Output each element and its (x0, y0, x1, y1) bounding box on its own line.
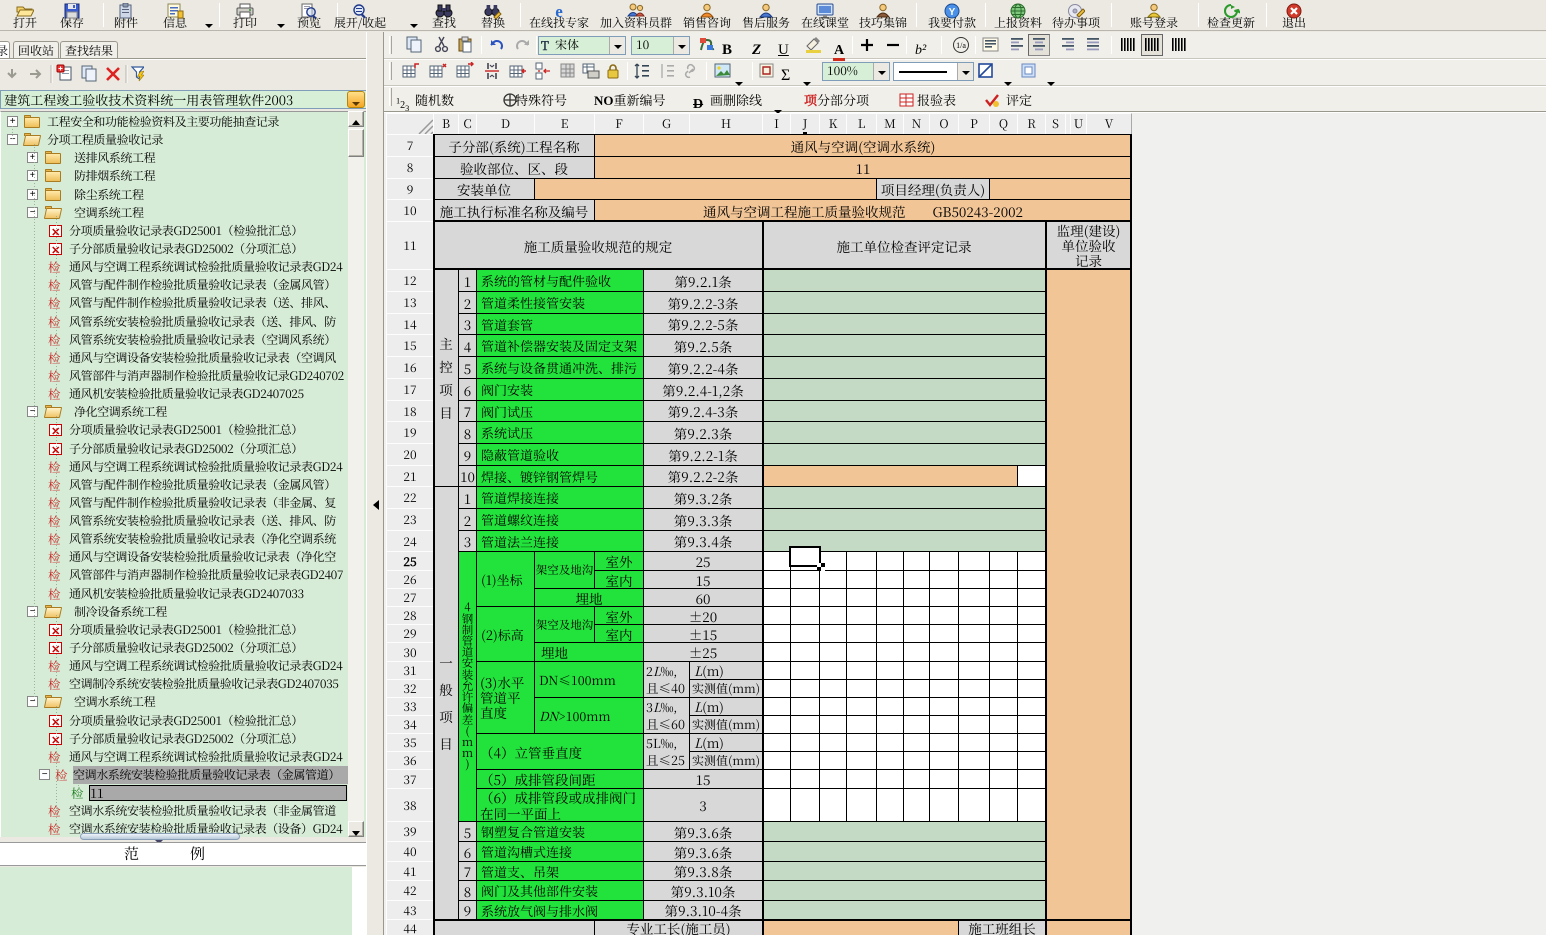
svg-text:1/a: 1/a (956, 41, 966, 50)
svg-text:e: e (555, 3, 563, 19)
svg-text:Y: Y (949, 7, 956, 18)
